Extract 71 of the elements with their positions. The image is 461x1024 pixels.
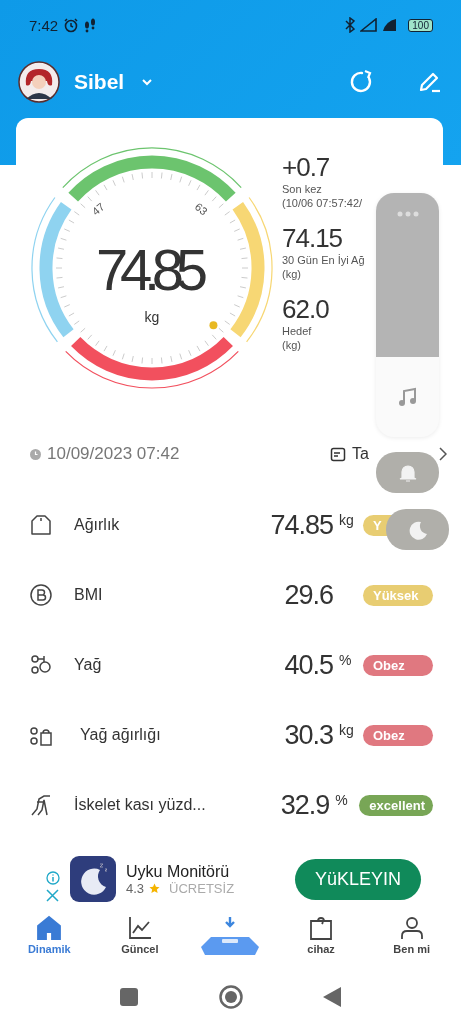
chart-icon[interactable] xyxy=(126,915,153,941)
tab[interactable]: Dinamik xyxy=(27,943,71,955)
info-icon[interactable] xyxy=(46,870,60,885)
music-note-icon[interactable] xyxy=(397,387,418,407)
tab[interactable]: Ben mi xyxy=(393,943,430,955)
gauge-max-label: 63 xyxy=(192,200,210,218)
metric-name: Ağırlık xyxy=(74,516,120,534)
bag-icon[interactable] xyxy=(308,915,335,941)
measure-datetime: 10/09/2023 07:42 xyxy=(47,444,180,464)
gauge-min-label: 47 xyxy=(89,200,107,218)
status-time: 7:42 xyxy=(29,16,59,34)
calendar-icon[interactable] xyxy=(330,446,347,462)
history-link[interactable]: Ta xyxy=(352,445,369,463)
tab[interactable]: cihaz xyxy=(307,943,335,955)
star-icon xyxy=(149,882,161,894)
scale-icon[interactable] xyxy=(199,915,262,957)
chevron-right-icon[interactable] xyxy=(439,447,447,461)
app-price: ÜCRETSİZ xyxy=(169,880,235,896)
signal-icon xyxy=(360,18,378,32)
footsteps-icon xyxy=(84,17,97,33)
metric-value: 74.85 xyxy=(270,509,333,541)
clock-icon xyxy=(30,448,41,460)
app-rating: 4.3 xyxy=(126,880,145,896)
avatar[interactable] xyxy=(18,61,60,103)
metric-name: Yağ xyxy=(74,656,102,674)
close-icon[interactable] xyxy=(46,888,59,902)
status-tag: Obez xyxy=(363,724,433,746)
bell-icon[interactable] xyxy=(397,462,418,483)
weight-unit: kg xyxy=(144,309,160,325)
recents-icon[interactable] xyxy=(120,988,138,1006)
metric-value: 32.9 xyxy=(280,789,330,821)
status-tag: Yüksek xyxy=(363,584,433,606)
alarm-icon xyxy=(63,17,80,33)
person-icon[interactable] xyxy=(398,915,425,941)
back-icon[interactable] xyxy=(323,987,341,1007)
metric-value: 40.5 xyxy=(284,649,333,681)
battery-indicator: 100 xyxy=(408,18,433,32)
home-button-icon[interactable] xyxy=(218,985,243,1009)
metric-unit: kg xyxy=(338,512,355,528)
stat-detail: (10/06 07:57:42/ xyxy=(282,196,364,210)
tab[interactable]: Güncel xyxy=(121,943,159,955)
status-tag: excellent xyxy=(359,794,433,816)
bmi-icon xyxy=(28,582,54,608)
home-icon[interactable] xyxy=(36,915,63,941)
metric-value: 30.3 xyxy=(284,719,333,751)
weight-value: 74.85 xyxy=(96,237,208,302)
metric-unit: % xyxy=(338,652,353,668)
more-icon[interactable] xyxy=(396,211,419,217)
metric-unit: kg xyxy=(338,722,355,738)
weight-icon xyxy=(28,512,54,538)
stat-label: 30 Gün En İyi Ağ xyxy=(282,253,365,267)
install-button[interactable]: YüKLEYIN xyxy=(294,858,421,900)
metric-name: BMI xyxy=(74,586,103,604)
stat-label: Son kez xyxy=(282,182,323,196)
stat-value: 74.15 xyxy=(282,223,344,253)
stat-label: Hedef xyxy=(282,324,313,338)
moon-button[interactable] xyxy=(386,509,449,550)
metric-name: Yağ ağırlığı xyxy=(80,726,161,744)
status-tag: Obez xyxy=(363,654,433,676)
ad-title[interactable]: Uyku Monitörü xyxy=(126,862,285,881)
chevron-down-icon[interactable] xyxy=(142,78,153,86)
app-icon[interactable] xyxy=(70,856,116,902)
gauge-pointer xyxy=(209,321,218,330)
bluetooth-icon xyxy=(345,17,356,33)
metric-unit: % xyxy=(334,792,349,808)
metric-name: İskelet kası yüzd... xyxy=(74,796,206,814)
metric-value: 29.6 xyxy=(284,579,333,611)
stat-value: 62.0 xyxy=(282,294,330,324)
stat-value: +0.7 xyxy=(282,152,331,182)
stat-detail: (kg) xyxy=(282,338,302,352)
stat-detail: (kg) xyxy=(282,267,302,281)
